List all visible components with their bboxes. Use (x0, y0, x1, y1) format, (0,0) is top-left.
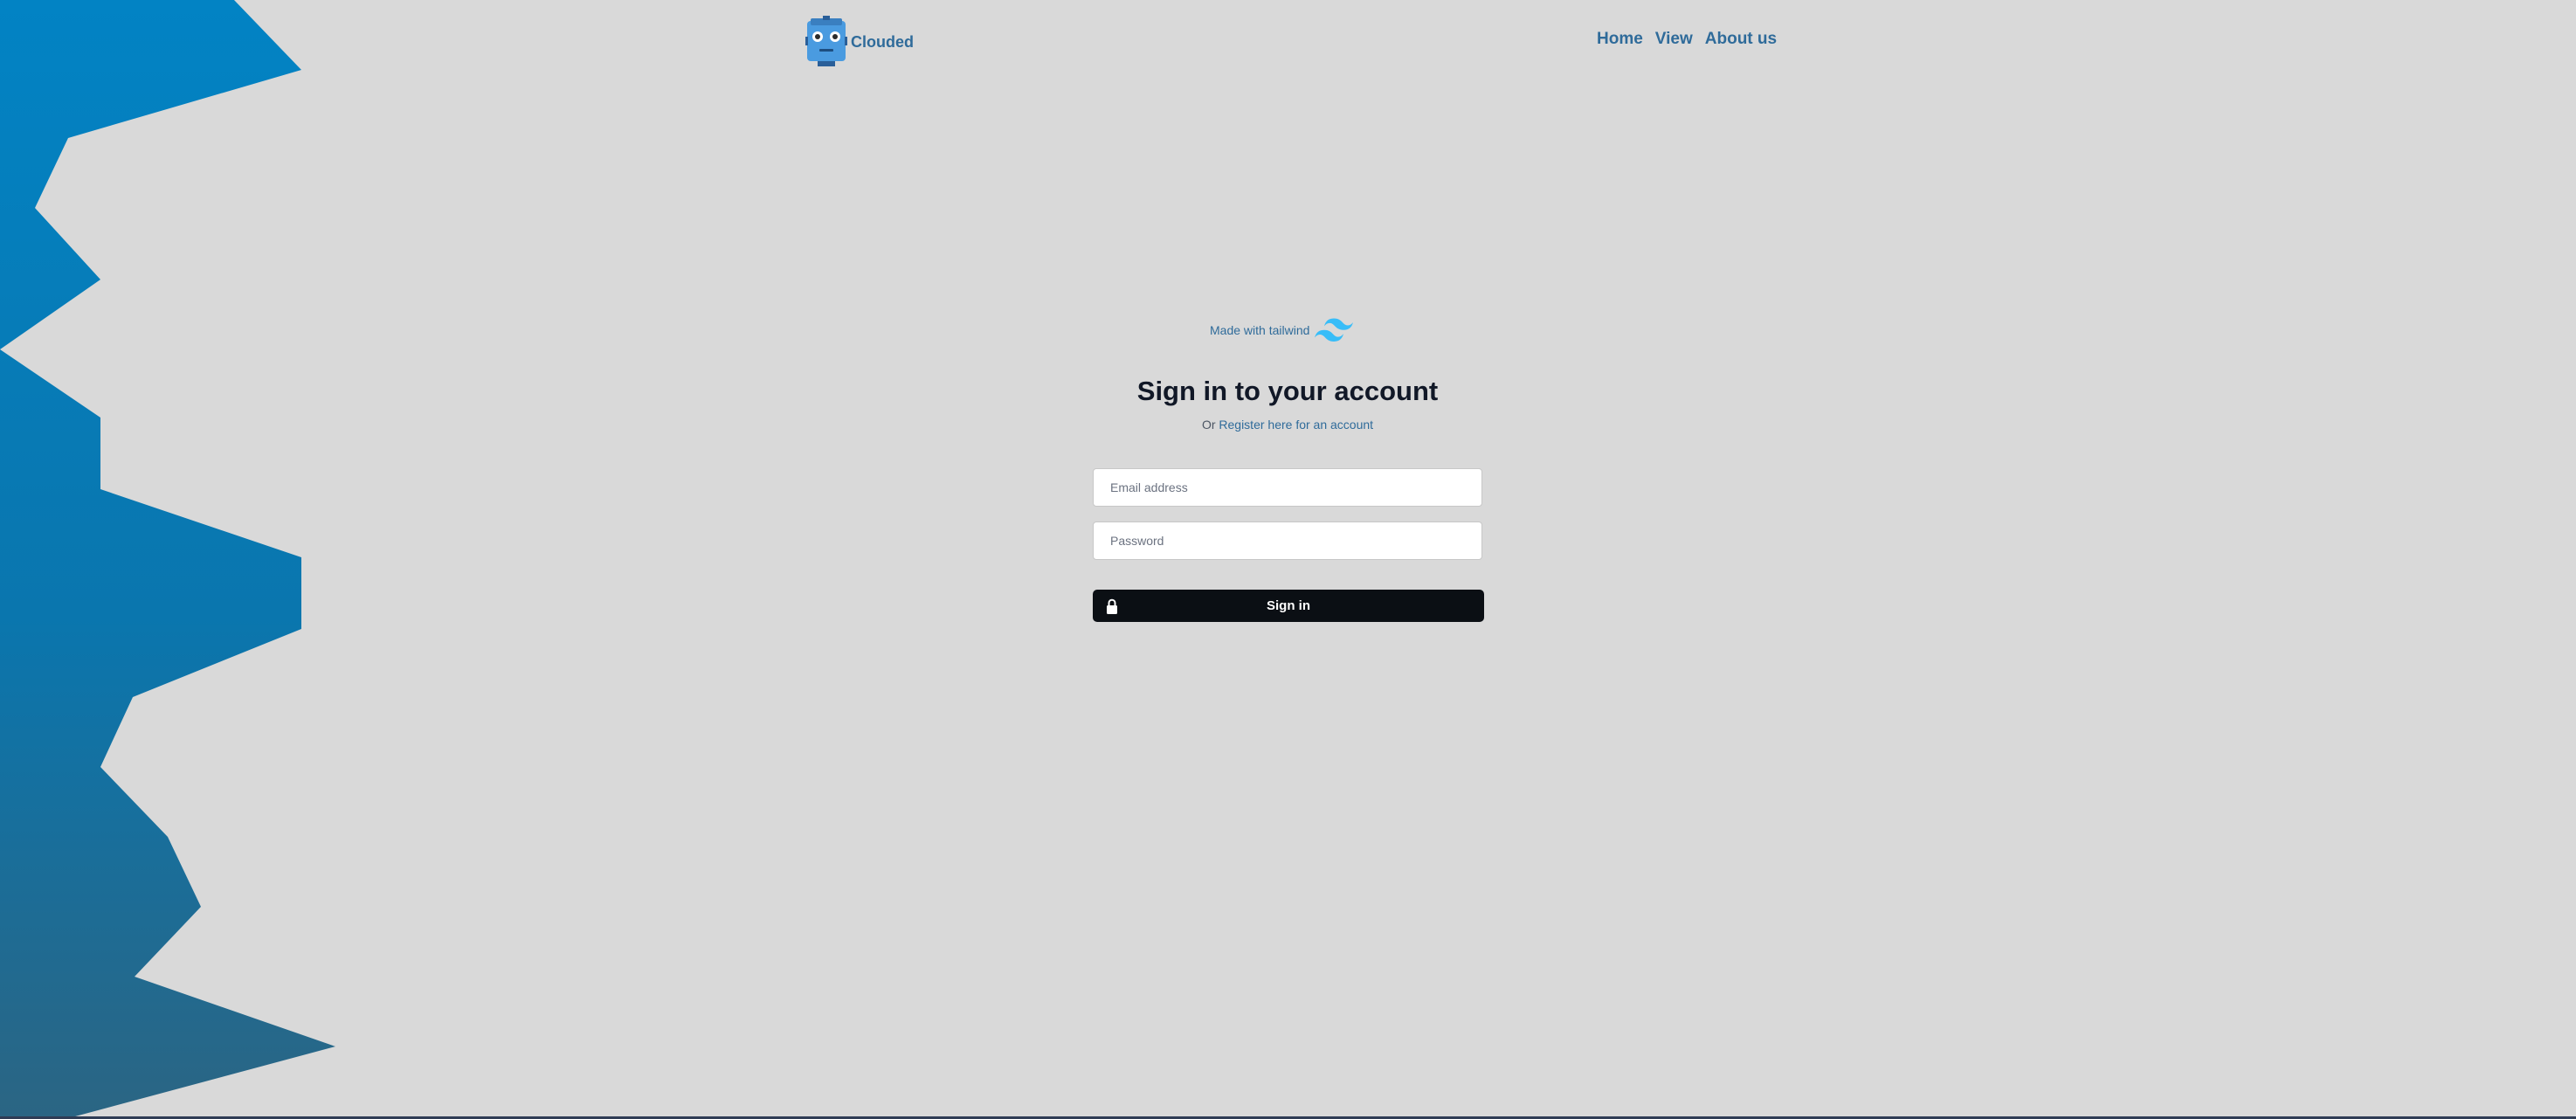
nav-view[interactable]: View (1655, 30, 1693, 49)
page-title: Sign in to your account (1136, 376, 1439, 406)
sign-in-button[interactable]: Sign in (1093, 590, 1484, 622)
register-prompt: Or Register here for an account (1093, 418, 1482, 432)
brand-name: Clouded (851, 32, 914, 51)
decorative-jagged-shape (0, 0, 335, 1119)
password-field[interactable] (1093, 522, 1482, 560)
email-field[interactable] (1093, 468, 1482, 507)
main-nav: Home View About us (1597, 30, 1777, 49)
robot-logo-icon (805, 16, 847, 66)
made-with-text: Made with tailwind (1210, 323, 1310, 337)
made-with-badge: Made with tailwind (1210, 318, 1354, 342)
lock-icon (1106, 598, 1118, 614)
nav-home[interactable]: Home (1597, 30, 1643, 49)
tailwind-logo-icon (1315, 318, 1354, 342)
nav-about-us[interactable]: About us (1705, 30, 1777, 49)
sign-in-label: Sign in (1267, 598, 1310, 613)
register-prefix: Or (1201, 418, 1219, 432)
register-link[interactable]: Register here for an account (1219, 418, 1373, 432)
page: Clouded Home View About us Made with tai… (0, 0, 2576, 1119)
brand-logo-link[interactable]: Clouded (805, 16, 914, 68)
